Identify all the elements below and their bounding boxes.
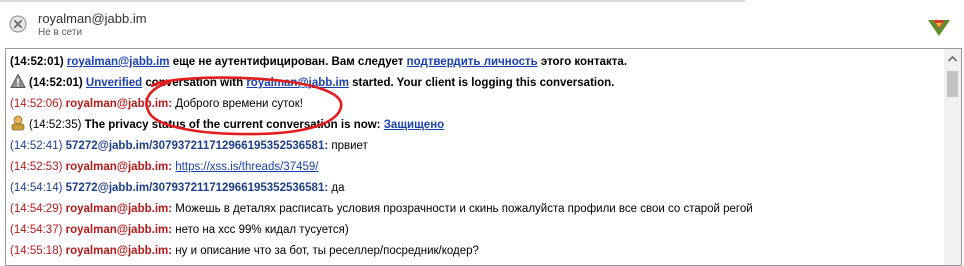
privacy-lock-icon xyxy=(11,115,25,131)
system-text: The privacy status of the current conver… xyxy=(84,119,384,131)
timestamp: (14:52:06) xyxy=(10,98,63,110)
message-text: да xyxy=(328,182,345,194)
timestamp: (14:52:53) xyxy=(10,161,63,173)
system-text: еще не аутентифицирован. Вам следует xyxy=(169,56,407,68)
conversation-header: royalman@jabb.im Не в сети xyxy=(0,0,964,44)
window-top-divider xyxy=(0,0,745,2)
timestamp: (14:52:35) xyxy=(29,119,82,131)
sender-name: royalman@jabb.im: xyxy=(65,203,173,215)
system-text: этого контакта. xyxy=(537,56,628,68)
message-row: (14:54:29) royalman@jabb.im: Можешь в де… xyxy=(10,199,940,220)
conversation-log[interactable]: (14:52:01) royalman@jabb.im еще не аутен… xyxy=(5,48,962,266)
timestamp: (14:52:01) xyxy=(10,56,64,68)
vertical-scrollbar[interactable] xyxy=(944,49,961,265)
system-text: conversation with xyxy=(142,77,247,89)
timestamp: (14:54:29) xyxy=(10,203,63,215)
warning-triangle-icon xyxy=(10,73,26,88)
message-row: (14:52:01) royalman@jabb.im еще не аутен… xyxy=(10,52,940,73)
system-text: started. Your client is logging this con… xyxy=(348,77,615,89)
timestamp: (14:55:18) xyxy=(10,245,63,257)
timestamp: (14:52:41) xyxy=(10,140,63,152)
scrollbar-thumb[interactable] xyxy=(947,71,958,97)
sender-name: 57272@jabb.im/30793721171296619535253658… xyxy=(65,182,329,194)
contact-status: Не в сети xyxy=(38,27,83,38)
message-row: (14:52:06) royalman@jabb.im: Доброго вре… xyxy=(10,94,940,115)
message-row: (14:52:01) Unverified conversation with … xyxy=(10,73,940,94)
message-row: (14:54:14) 57272@jabb.im/307937211712966… xyxy=(10,178,940,199)
timestamp: (14:54:14) xyxy=(10,182,63,194)
message-row: (14:54:37) royalman@jabb.im: нето на хсс… xyxy=(10,220,940,241)
offline-x-icon xyxy=(9,15,27,33)
sender-name: royalman@jabb.im: xyxy=(65,245,173,257)
privacy-status-link[interactable]: Защищено xyxy=(384,119,444,131)
message-text: нето на хсс 99% кидал тусуется) xyxy=(172,224,349,236)
message-row: (14:52:35) The privacy status of the cur… xyxy=(10,115,940,136)
sender-name: royalman@jabb.im: xyxy=(65,161,173,173)
thread-link[interactable]: https://xss.is/threads/37459/ xyxy=(175,161,318,173)
scroll-up-arrow-icon[interactable] xyxy=(944,51,961,67)
verify-identity-link[interactable]: подтвердить личность xyxy=(407,56,538,68)
unverified-link[interactable]: Unverified xyxy=(86,77,142,89)
pidgin-logo-icon xyxy=(928,20,950,36)
contact-link[interactable]: royalman@jabb.im xyxy=(67,56,170,68)
message-text: Доброго времени суток! xyxy=(172,98,303,110)
message-text: првиет xyxy=(328,140,368,152)
message-row: (14:52:41) 57272@jabb.im/307937211712966… xyxy=(10,136,940,157)
timestamp: (14:52:01) xyxy=(29,77,83,89)
message-text: ну и описание что за бот, ты реселлер/по… xyxy=(172,245,479,257)
message-row: (14:52:53) royalman@jabb.im: https://xss… xyxy=(10,157,940,178)
message-list: (14:52:01) royalman@jabb.im еще не аутен… xyxy=(10,52,940,262)
message-text: Можешь в деталях расписать условия прозр… xyxy=(172,203,753,215)
message-row: (14:55:18) royalman@jabb.im: ну и описан… xyxy=(10,241,940,262)
sender-name: royalman@jabb.im: xyxy=(65,98,173,110)
contact-name[interactable]: royalman@jabb.im xyxy=(38,11,147,26)
timestamp: (14:54:37) xyxy=(10,224,63,236)
sender-name: 57272@jabb.im/30793721171296619535253658… xyxy=(65,140,329,152)
sender-name: royalman@jabb.im: xyxy=(65,224,173,236)
contact-link[interactable]: royalman@jabb.im xyxy=(246,77,349,89)
